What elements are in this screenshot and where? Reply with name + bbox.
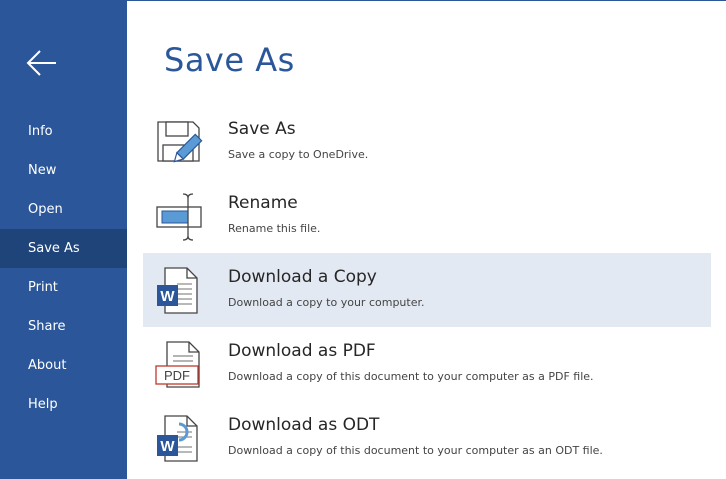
page-title: Save As	[164, 41, 295, 79]
download-pdf-title: Download as PDF	[228, 341, 376, 361]
sidebar: Info New Open Save As Print Share About …	[0, 1, 127, 479]
sidebar-item-about[interactable]: About	[0, 346, 127, 385]
sidebar-item-new[interactable]: New	[0, 151, 127, 190]
svg-text:W: W	[160, 438, 175, 455]
download-pdf-option[interactable]: PDF Download as PDF Download a copy of t…	[143, 327, 711, 401]
save-as-option[interactable]: Save As Save a copy to OneDrive.	[143, 105, 711, 179]
rename-option[interactable]: Rename Rename this file.	[143, 179, 711, 253]
download-copy-option[interactable]: W Download a Copy Download a copy to you…	[143, 253, 711, 327]
pdf-badge-label: PDF	[164, 368, 190, 383]
sidebar-item-share[interactable]: Share	[0, 307, 127, 346]
main-panel: Save As Save As Save a copy to OneDrive.	[127, 1, 726, 479]
save-as-desc: Save a copy to OneDrive.	[228, 148, 369, 161]
download-pdf-desc: Download a copy of this document to your…	[228, 370, 594, 383]
word-document-icon: W	[157, 267, 198, 314]
download-odt-option[interactable]: W Download as ODT Download a copy of thi…	[143, 401, 711, 475]
rename-icon	[156, 193, 202, 241]
sidebar-nav: Info New Open Save As Print Share About …	[0, 112, 127, 424]
save-as-icon	[157, 121, 203, 163]
rename-desc: Rename this file.	[228, 222, 321, 235]
sidebar-item-info[interactable]: Info	[0, 112, 127, 151]
svg-text:W: W	[160, 288, 175, 305]
sidebar-item-save-as[interactable]: Save As	[0, 229, 127, 268]
sidebar-item-open[interactable]: Open	[0, 190, 127, 229]
download-odt-title: Download as ODT	[228, 415, 380, 435]
backstage-window: Info New Open Save As Print Share About …	[0, 0, 726, 479]
sidebar-item-print[interactable]: Print	[0, 268, 127, 307]
save-as-title: Save As	[228, 119, 296, 139]
sidebar-item-help[interactable]: Help	[0, 385, 127, 424]
download-odt-desc: Download a copy of this document to your…	[228, 444, 603, 457]
pdf-document-icon: PDF	[155, 341, 200, 388]
download-copy-desc: Download a copy to your computer.	[228, 296, 425, 309]
download-copy-title: Download a Copy	[228, 267, 377, 287]
rename-title: Rename	[228, 193, 298, 213]
odt-document-icon: W	[157, 415, 198, 462]
back-arrow-icon[interactable]	[24, 45, 60, 81]
